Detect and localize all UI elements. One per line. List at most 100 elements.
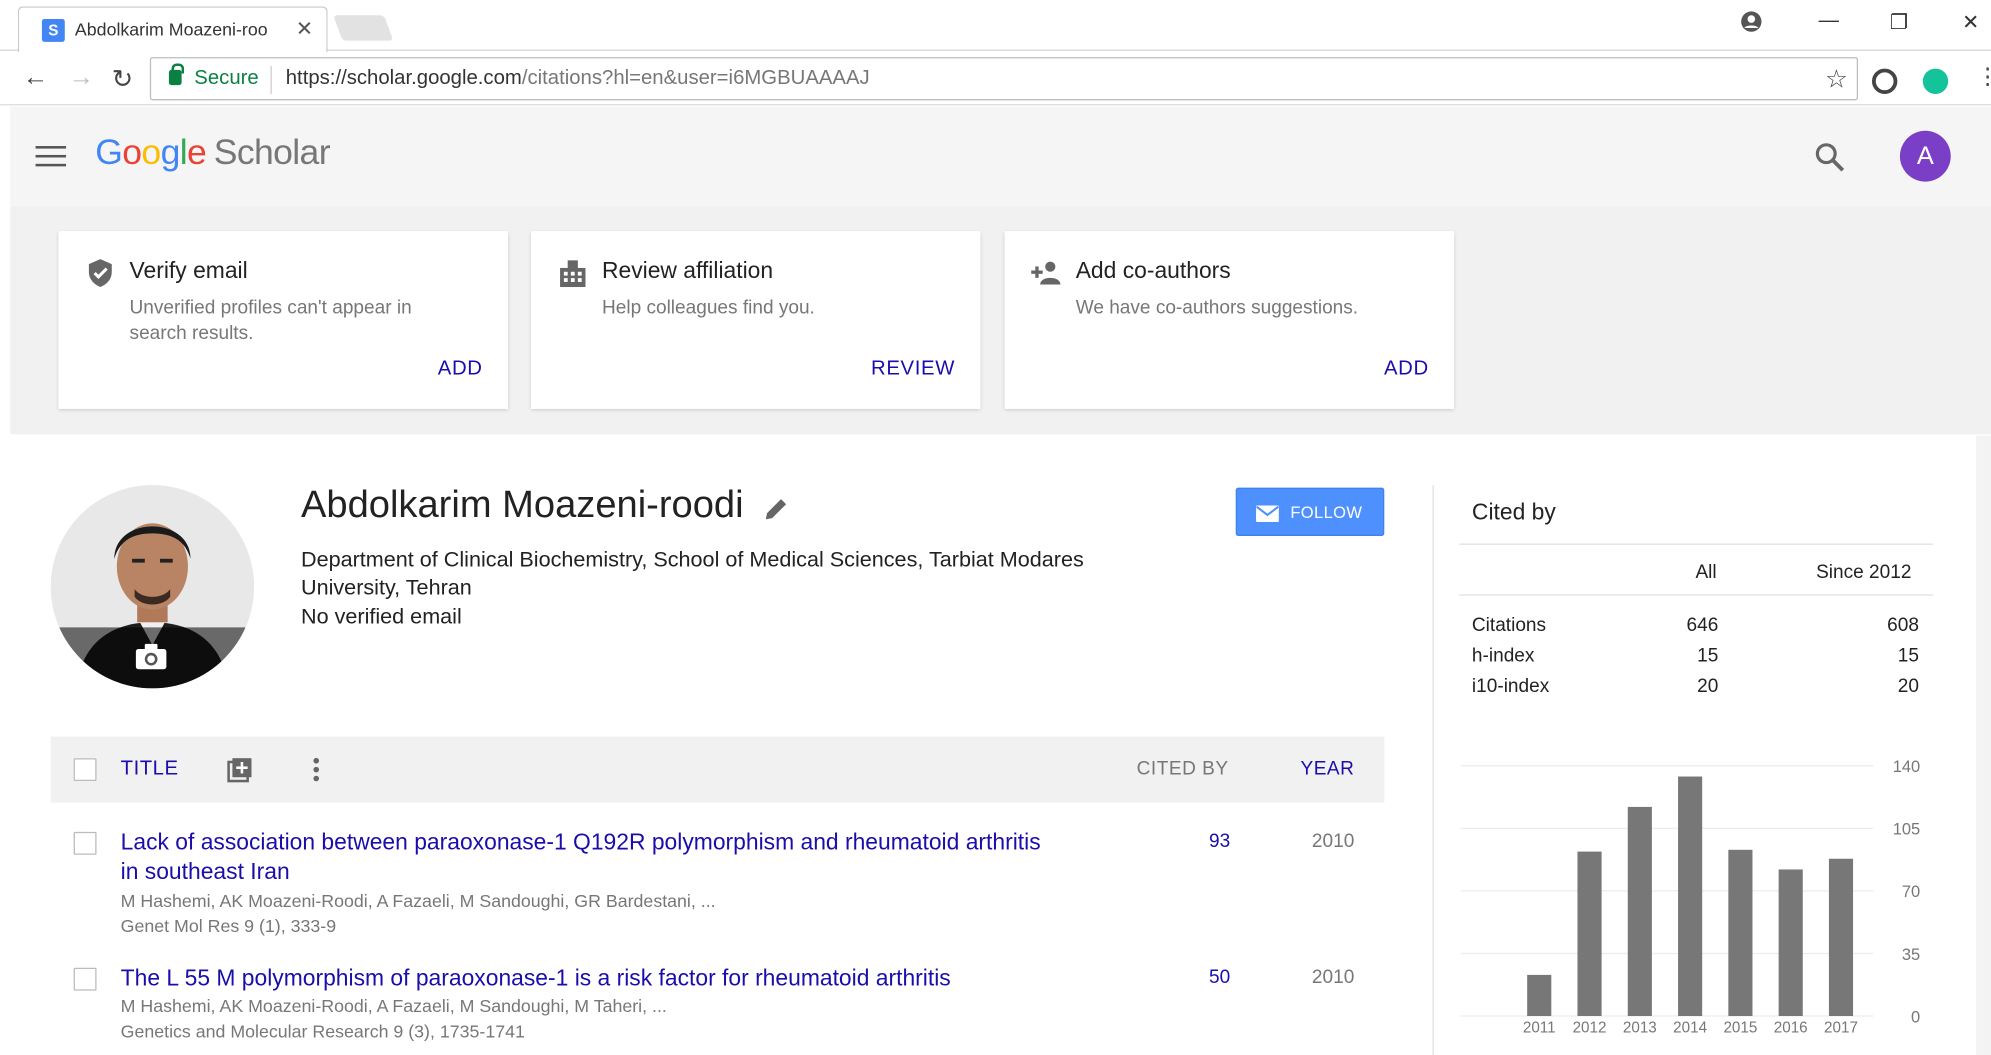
add-email-button[interactable]: ADD [438, 358, 483, 381]
url-path: /citations?hl=en&user=i6MGBUAAAAJ [521, 67, 870, 89]
chart-y-tick-label: 70 [1902, 883, 1920, 901]
chart-bar [1577, 851, 1602, 1016]
grammarly-extension-icon[interactable] [1922, 68, 1949, 94]
add-coauthors-button[interactable]: ADD [1384, 358, 1429, 381]
minimize-icon[interactable]: — [1819, 10, 1839, 33]
scholar-header: Google Scholar A [10, 106, 1991, 206]
secure-label: Secure [194, 67, 259, 89]
metric-all: 646 [1686, 614, 1719, 637]
edit-pencil-icon[interactable] [762, 495, 790, 523]
add-person-icon [1031, 261, 1061, 285]
publication-year: 2010 [1311, 830, 1355, 853]
cited-count-link[interactable]: 93 [1209, 831, 1230, 853]
chart-y-tick-label: 35 [1902, 946, 1920, 964]
tab-close-icon[interactable]: ✕ [296, 17, 313, 42]
reload-icon[interactable]: ↻ [112, 64, 133, 96]
metric-since: 15 [1897, 645, 1919, 667]
chart-x-tick-label: 2017 [1824, 1020, 1858, 1037]
sort-by-cited[interactable]: CITED BY [1137, 758, 1229, 780]
cited-count-link[interactable]: 50 [1209, 966, 1230, 988]
url-host: https://scholar.google.com [285, 67, 522, 89]
chart-x-tick-label: 2011 [1523, 1020, 1556, 1037]
review-affiliation-card: Review affiliation Help colleagues find … [530, 231, 981, 409]
google-scholar-logo[interactable]: Google Scholar [95, 132, 330, 173]
card-description: We have co-authors suggestions. [1075, 297, 1359, 319]
profile-affiliation: Department of Clinical Biochemistry, Sch… [300, 547, 1084, 600]
follow-label: FOLLOW [1290, 502, 1363, 522]
card-title: Review affiliation [601, 257, 774, 284]
publication-authors: M Hashemi, AK Moazeni-Roodi, A Fazaeli, … [120, 890, 716, 911]
metric-label: Citations [1471, 614, 1547, 637]
row-checkbox[interactable] [73, 831, 97, 855]
sort-by-title[interactable]: TITLE [121, 758, 179, 781]
chart-bar [1728, 849, 1753, 1016]
chart-y-tick-label: 0 [1911, 1008, 1920, 1026]
publication-authors: M Hashemi, AK Moazeni-Roodi, A Fazaeli, … [120, 995, 667, 1016]
cited-by-rule [1459, 543, 1933, 545]
sort-by-year[interactable]: YEAR [1300, 758, 1354, 780]
browser-tab[interactable]: S Abdolkarim Moazeni-roo ✕ [17, 6, 328, 53]
metric-label: i10-index [1471, 675, 1550, 698]
omnibox-separator [270, 66, 272, 94]
browser-menu-icon[interactable]: ⋮ [1976, 64, 1991, 91]
logo-scholar: Scholar [213, 132, 331, 172]
metric-since: 608 [1887, 614, 1919, 637]
chart-x-tick-label: 2014 [1673, 1020, 1707, 1037]
card-description: Help colleagues find you. [601, 297, 815, 319]
search-icon[interactable] [1814, 141, 1847, 174]
url-text: https://scholar.google.com/citations?hl=… [286, 67, 870, 90]
add-coauthors-card: Add co-authors We have co-authors sugges… [1004, 231, 1455, 409]
chart-x-tick-label: 2016 [1774, 1020, 1808, 1037]
card-title: Verify email [129, 257, 248, 284]
chart-bar [1527, 974, 1552, 1016]
chart-bar [1627, 806, 1652, 1016]
chart-bar [1778, 869, 1803, 1016]
publication-title-link[interactable]: The L 55 M polymorphism of paraoxonase-1… [121, 964, 1061, 993]
building-icon [560, 260, 586, 288]
profile-email-status: No verified email [300, 604, 462, 629]
url-input[interactable]: Secure https://scholar.google.com/citati… [149, 57, 1859, 101]
address-bar: ← → ↻ Secure https://scholar.google.com/… [0, 52, 1991, 106]
chart-x-tick-label: 2012 [1573, 1020, 1607, 1037]
envelope-icon [1256, 505, 1279, 522]
table-row: The L 55 M polymorphism of paraoxonase-1… [51, 964, 1384, 1050]
account-avatar[interactable]: A [1899, 130, 1951, 182]
card-description: Unverified profiles can't appear in sear… [129, 297, 412, 345]
extension-icon[interactable] [1871, 68, 1898, 94]
close-window-icon[interactable]: ✕ [1962, 10, 1979, 35]
publication-venue: Genet Mol Res 9 (1), 333-9 [120, 915, 337, 936]
chart-y-tick-label: 140 [1893, 758, 1921, 776]
menu-icon[interactable] [35, 146, 67, 167]
bookmark-star-icon[interactable]: ☆ [1825, 64, 1848, 96]
publication-title-link[interactable]: Lack of association between paraoxonase-… [121, 828, 1061, 886]
cited-by-title: Cited by [1471, 499, 1556, 525]
metric-all: 15 [1697, 645, 1719, 667]
restore-icon[interactable]: ❐ [1890, 10, 1908, 35]
card-title: Add co-authors [1075, 257, 1231, 284]
chart-x-tick-label: 2015 [1723, 1020, 1757, 1037]
back-icon[interactable]: ← [23, 64, 48, 93]
camera-icon[interactable] [135, 643, 168, 671]
publications-table-header: TITLE CITED BY YEAR [50, 736, 1385, 803]
profile-photo[interactable] [50, 485, 254, 689]
follow-button[interactable]: FOLLOW [1235, 487, 1385, 536]
forward-icon[interactable]: → [69, 64, 94, 93]
row-checkbox[interactable] [73, 967, 97, 991]
logo-google: Google [95, 132, 207, 172]
metric-label: h-index [1471, 645, 1535, 667]
table-row: Lack of association between paraoxonase-… [51, 828, 1384, 942]
citations-per-year-chart: 0 35 70 105 140 2011 2012 2013 2014 2015 2016 2017 [1460, 758, 1921, 1037]
review-affiliation-button[interactable]: REVIEW [871, 358, 955, 381]
scholar-favicon-icon: S [41, 19, 65, 42]
chart-bar [1828, 858, 1854, 1016]
merge-articles-icon[interactable] [225, 754, 255, 784]
profile-icon[interactable] [1740, 10, 1763, 39]
tab-title: Abdolkarim Moazeni-roo [74, 19, 268, 40]
chart-bar [1678, 776, 1703, 1016]
publication-venue: Genetics and Molecular Research 9 (3), 1… [120, 1021, 525, 1042]
more-options-icon[interactable] [312, 757, 320, 782]
new-tab-button[interactable] [333, 15, 394, 41]
panel-divider [1432, 485, 1434, 1055]
select-all-checkbox[interactable] [73, 758, 97, 782]
page-scrollbar[interactable] [1976, 435, 1991, 1055]
